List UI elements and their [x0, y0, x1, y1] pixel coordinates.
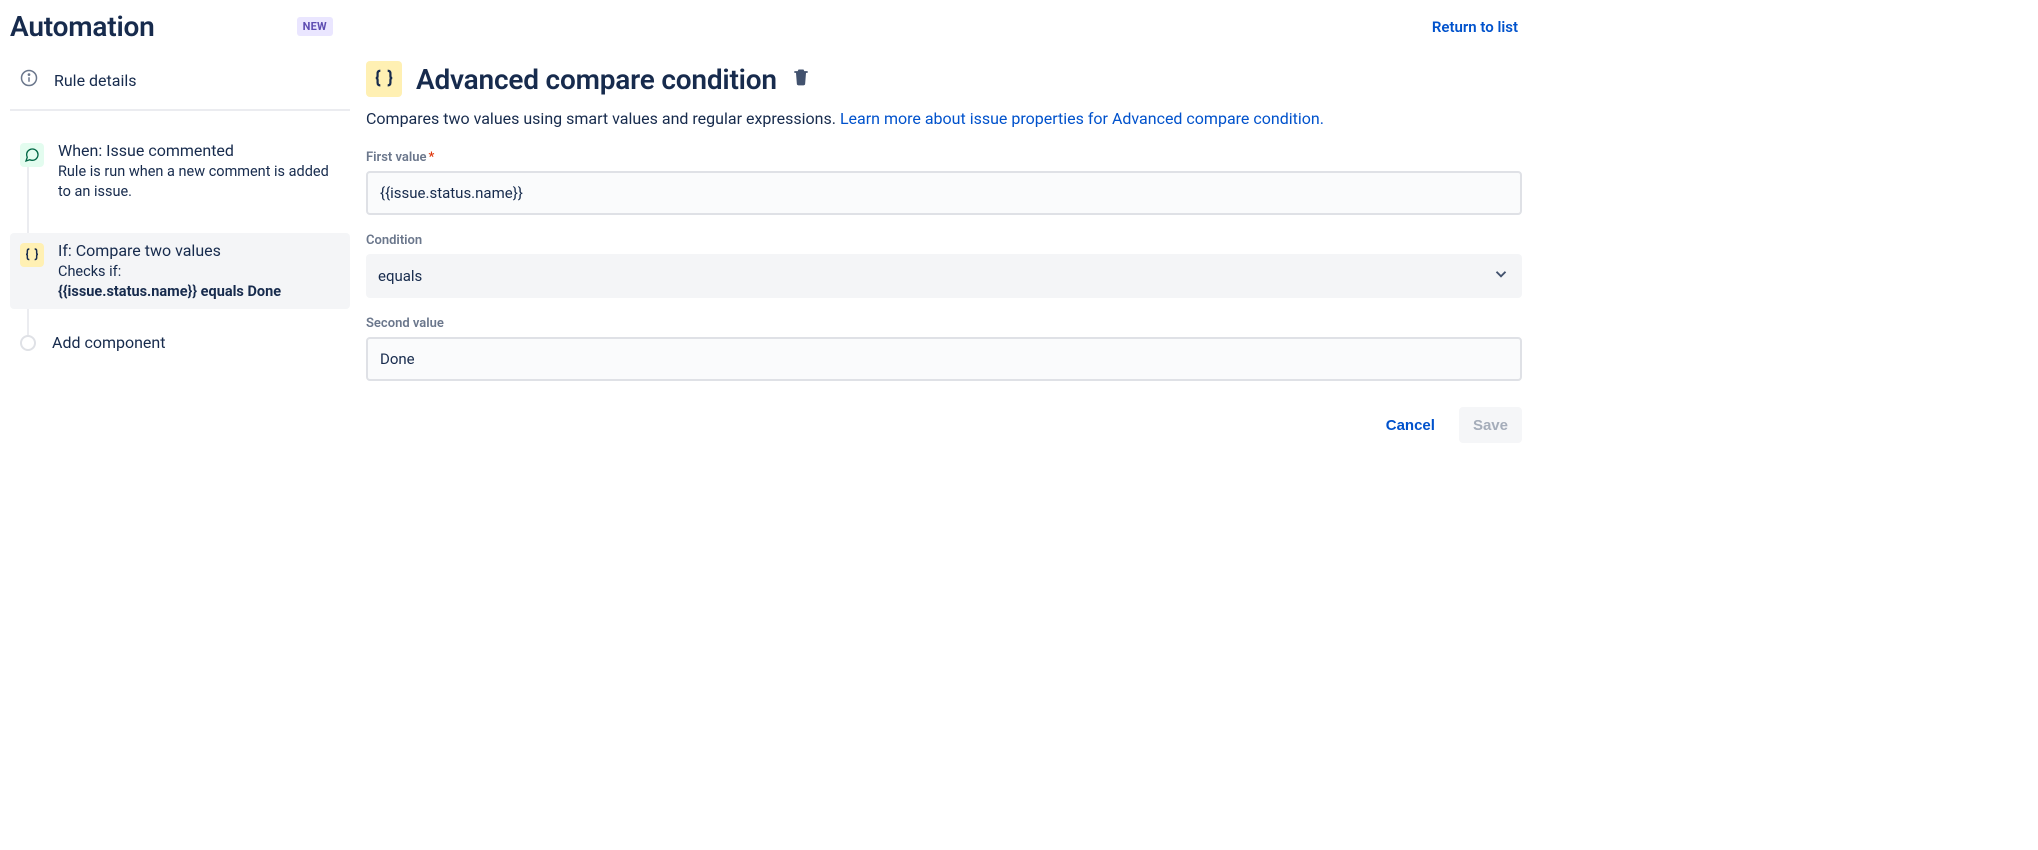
condition-select-value: equals — [378, 267, 422, 285]
learn-more-link[interactable]: Learn more about issue properties for Ad… — [840, 109, 1324, 128]
first-value-input[interactable] — [366, 171, 1522, 215]
save-button[interactable]: Save — [1459, 407, 1522, 443]
add-component-button[interactable]: Add component — [10, 333, 350, 352]
info-icon — [20, 69, 38, 91]
condition-step[interactable]: If: Compare two values Checks if: {{issu… — [10, 233, 350, 309]
add-circle-icon — [20, 335, 36, 351]
comment-icon — [20, 143, 44, 167]
new-badge: NEW — [297, 17, 333, 36]
condition-description: Checks if: {{issue.status.name}} equals … — [58, 262, 340, 301]
trigger-description: Rule is run when a new comment is added … — [58, 162, 340, 201]
second-value-label: Second value — [366, 316, 1522, 331]
braces-icon — [366, 61, 402, 97]
add-component-label: Add component — [52, 333, 165, 352]
second-value-input[interactable] — [366, 337, 1522, 381]
braces-icon — [20, 243, 44, 267]
page-header: Automation NEW Return to list — [10, 10, 1528, 43]
chevron-down-icon — [1492, 265, 1510, 287]
first-value-label: First value* — [366, 150, 1522, 165]
return-to-list-link[interactable]: Return to list — [1432, 18, 1518, 36]
trigger-step[interactable]: When: Issue commented Rule is run when a… — [10, 133, 350, 209]
page-title: Automation — [10, 10, 155, 43]
rule-sidebar: Rule details When: Issue commented Rule … — [10, 61, 350, 443]
condition-select[interactable]: equals — [366, 254, 1522, 298]
condition-title: If: Compare two values — [58, 241, 340, 260]
rule-details-label: Rule details — [54, 71, 137, 90]
main-panel: Advanced compare condition Compares two … — [366, 61, 1528, 443]
delete-button[interactable] — [791, 67, 815, 91]
panel-description: Compares two values using smart values a… — [366, 107, 1522, 130]
trash-icon — [791, 67, 811, 87]
trigger-title: When: Issue commented — [58, 141, 340, 160]
rule-details-link[interactable]: Rule details — [10, 61, 350, 111]
panel-title: Advanced compare condition — [416, 63, 777, 96]
cancel-button[interactable]: Cancel — [1372, 407, 1449, 443]
condition-label: Condition — [366, 233, 1522, 248]
